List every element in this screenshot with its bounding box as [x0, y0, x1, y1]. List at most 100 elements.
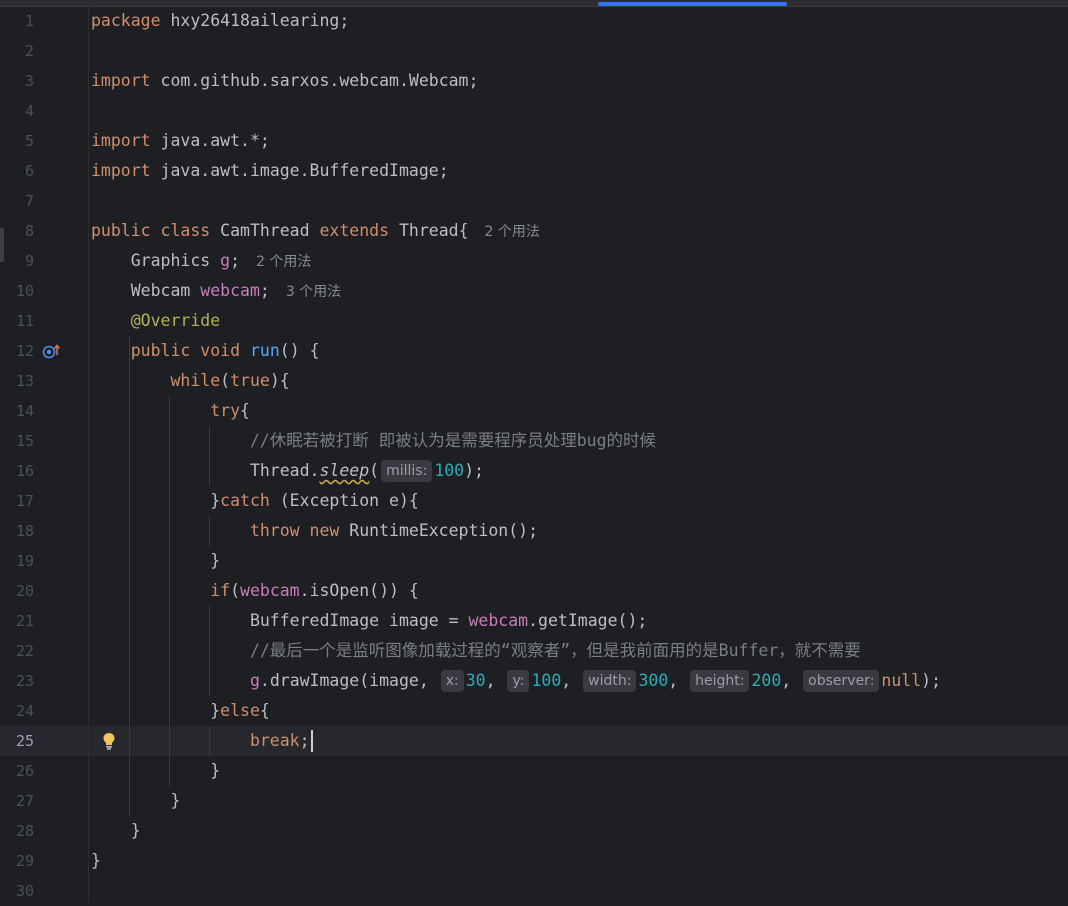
- line-number[interactable]: 1: [0, 6, 34, 36]
- line-number[interactable]: 6: [0, 156, 34, 186]
- code-text: }: [91, 816, 141, 846]
- line-number[interactable]: 22: [0, 636, 34, 666]
- code-line[interactable]: 17 }catch (Exception e){: [0, 486, 1068, 516]
- line-number[interactable]: 11: [0, 306, 34, 336]
- line-number[interactable]: 14: [0, 396, 34, 426]
- code-token: null: [881, 671, 922, 690]
- code-text: }: [91, 846, 101, 876]
- code-text: }: [91, 756, 220, 786]
- code-line[interactable]: 27 }: [0, 786, 1068, 816]
- code-token: ){: [269, 371, 290, 390]
- code-token: }: [91, 701, 221, 720]
- line-number[interactable]: 7: [0, 186, 34, 216]
- code-line[interactable]: 10 Webcam webcam; 3 个用法: [0, 276, 1068, 306]
- line-number[interactable]: 4: [0, 96, 34, 126]
- code-line[interactable]: 22 //最后一个是监听图像加载过程的“观察者”，但是我前面用的是Buffer，…: [0, 636, 1068, 666]
- code-line[interactable]: 15 //休眠若被打断 即被认为是需要程序员处理bug的时候: [0, 426, 1068, 456]
- code-line[interactable]: 5 import java.awt.*;: [0, 126, 1068, 156]
- code-text: throw new RuntimeException();: [91, 516, 538, 546]
- usage-count-hint[interactable]: 2 个用法: [256, 254, 311, 270]
- line-number[interactable]: 17: [0, 486, 34, 516]
- line-number[interactable]: 2: [0, 36, 34, 66]
- line-number[interactable]: 15: [0, 426, 34, 456]
- code-token: catch: [220, 491, 280, 510]
- code-line[interactable]: 6 import java.awt.image.BufferedImage;: [0, 156, 1068, 186]
- code-token: .drawImage(image,: [259, 671, 439, 690]
- code-text: BufferedImage image = webcam.getImage();: [91, 606, 647, 636]
- code-token: {: [240, 401, 250, 420]
- code-token: //休眠若被打断 即被认为是需要程序员处理bug的时候: [91, 431, 657, 450]
- code-text: Webcam webcam; 3 个用法: [91, 276, 341, 307]
- usage-count-hint[interactable]: 3 个用法: [286, 284, 341, 300]
- code-line[interactable]: 12 public void run() {: [0, 336, 1068, 366]
- lightbulb-icon[interactable]: [101, 731, 117, 751]
- code-line[interactable]: 28 }: [0, 816, 1068, 846]
- code-line[interactable]: 11 @Override: [0, 306, 1068, 336]
- code-token: package: [91, 11, 171, 30]
- line-number[interactable]: 20: [0, 576, 34, 606]
- code-line[interactable]: 16 Thread.sleep(millis: 100);: [0, 456, 1068, 486]
- code-token: }: [91, 761, 221, 780]
- line-number[interactable]: 12: [0, 336, 34, 366]
- code-token: if: [91, 581, 231, 600]
- line-number[interactable]: 28: [0, 816, 34, 846]
- indent-guide: [169, 396, 170, 786]
- code-line[interactable]: 18 throw new RuntimeException();: [0, 516, 1068, 546]
- line-number[interactable]: 13: [0, 366, 34, 396]
- indent-guide: [209, 726, 210, 756]
- line-number[interactable]: 24: [0, 696, 34, 726]
- code-line[interactable]: 8 public class CamThread extends Thread{2…: [0, 216, 1068, 246]
- code-line[interactable]: 21 BufferedImage image = webcam.getImage…: [0, 606, 1068, 636]
- code-line[interactable]: 24 }else{: [0, 696, 1068, 726]
- code-line[interactable]: 30: [0, 876, 1068, 906]
- code-line[interactable]: 13 while(true){: [0, 366, 1068, 396]
- line-number[interactable]: 23: [0, 666, 34, 696]
- line-number[interactable]: 19: [0, 546, 34, 576]
- code-token: g: [249, 671, 260, 690]
- line-number[interactable]: 27: [0, 786, 34, 816]
- indent-guide: [209, 426, 210, 486]
- code-line[interactable]: 1 package hxy26418ailearing;: [0, 6, 1068, 36]
- code-line[interactable]: 3 import com.github.sarxos.webcam.Webcam;: [0, 66, 1068, 96]
- code-line[interactable]: 14 try{: [0, 396, 1068, 426]
- code-line[interactable]: 2: [0, 36, 1068, 66]
- code-line[interactable]: 25 break;: [0, 726, 1068, 756]
- code-token: ,: [561, 671, 582, 690]
- code-token: Graphics: [91, 251, 221, 270]
- gutter-separator: [88, 6, 89, 903]
- code-line[interactable]: 9 Graphics g; 2 个用法: [0, 246, 1068, 276]
- code-token: 200: [751, 671, 782, 690]
- code-token: (: [369, 461, 380, 480]
- code-token: import: [91, 131, 161, 150]
- line-number[interactable]: 21: [0, 606, 34, 636]
- line-number[interactable]: 25: [0, 726, 34, 756]
- code-line[interactable]: 29}: [0, 846, 1068, 876]
- line-number[interactable]: 10: [0, 276, 34, 306]
- code-text: package hxy26418ailearing;: [91, 6, 349, 36]
- code-line[interactable]: 7: [0, 186, 1068, 216]
- code-line[interactable]: 23 g.drawImage(image, x: 30, y: 100, width…: [0, 666, 1068, 696]
- code-token: () {: [279, 341, 320, 360]
- line-number[interactable]: 9: [0, 246, 34, 276]
- override-method-gutter-icon[interactable]: [42, 343, 64, 359]
- line-number[interactable]: 8: [0, 216, 34, 246]
- code-token: ,: [781, 671, 802, 690]
- line-number[interactable]: 18: [0, 516, 34, 546]
- code-text: }catch (Exception e){: [91, 486, 419, 516]
- line-number[interactable]: 16: [0, 456, 34, 486]
- line-number[interactable]: 29: [0, 846, 34, 876]
- code-editor[interactable]: 1 package hxy26418ailearing; 2 3 import com.…: [0, 6, 1068, 903]
- code-text: Thread.sleep(millis: 100);: [91, 456, 484, 486]
- code-token: webcam: [200, 281, 260, 300]
- line-number[interactable]: 5: [0, 126, 34, 156]
- indent-guide: [209, 516, 210, 546]
- code-line[interactable]: 19 }: [0, 546, 1068, 576]
- usage-count-hint[interactable]: 2 个用法: [485, 224, 540, 240]
- line-number[interactable]: 3: [0, 66, 34, 96]
- line-number[interactable]: 26: [0, 756, 34, 786]
- code-token: import: [91, 161, 161, 180]
- code-line[interactable]: 4: [0, 96, 1068, 126]
- line-number[interactable]: 30: [0, 876, 34, 906]
- code-line[interactable]: 26 }: [0, 756, 1068, 786]
- code-line[interactable]: 20 if(webcam.isOpen()) {: [0, 576, 1068, 606]
